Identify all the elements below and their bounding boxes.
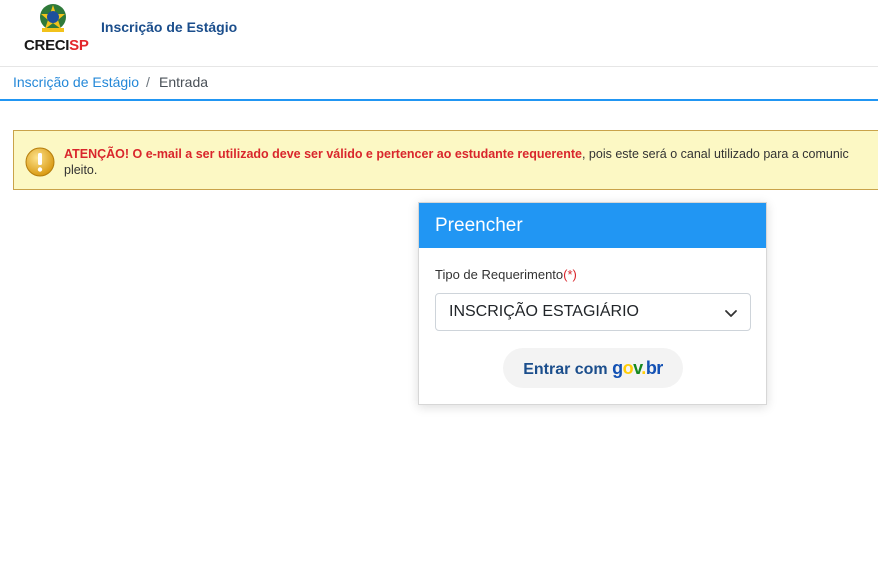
request-type-select-value: INSCRIÇÃO ESTAGIÁRIO [449, 303, 639, 320]
request-type-label: Tipo de Requerimento(*) [435, 267, 577, 282]
breadcrumb-current: Entrada [159, 74, 209, 90]
breadcrumb-separator: / [146, 74, 150, 90]
logo-wordmark: CRECISP [24, 37, 89, 54]
coat-of-arms-icon [40, 4, 66, 32]
top-header: CRECISP Inscrição de Estágio [0, 0, 878, 67]
govbr-logo: gov.br [612, 358, 663, 378]
alert-message: ATENÇÃO! O e-mail a ser utilizado deve s… [64, 146, 878, 178]
request-type-select[interactable]: INSCRIÇÃO ESTAGIÁRIO [435, 293, 751, 331]
fill-card: Preencher Tipo de Requerimento(*) INSCRI… [418, 202, 767, 405]
alert-second-line: pleito. [64, 163, 98, 177]
warning-icon [25, 147, 55, 177]
required-marker: (*) [563, 267, 577, 282]
govbr-button-prefix: Entrar com [523, 361, 613, 378]
chevron-down-icon [725, 310, 737, 317]
breadcrumb-link-inscricao[interactable]: Inscrição de Estágio [13, 74, 139, 90]
breadcrumb: Inscrição de Estágio / Entrada [0, 66, 878, 101]
enter-with-govbr-button[interactable]: Entrar com gov.br [503, 348, 683, 388]
alert-normal-text: , pois este será o canal utilizado para … [581, 147, 849, 161]
request-type-label-text: Tipo de Requerimento [435, 267, 564, 282]
creci-logo[interactable]: CRECISP [22, 2, 89, 56]
app-title: Inscrição de Estágio [101, 19, 238, 35]
alert-strong-text: ATENÇÃO! O e-mail a ser utilizado deve s… [64, 147, 582, 161]
card-title: Preencher [419, 203, 766, 248]
warning-alert: ATENÇÃO! O e-mail a ser utilizado deve s… [13, 130, 878, 190]
